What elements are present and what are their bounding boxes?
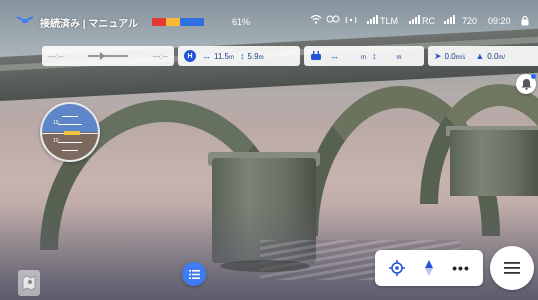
telemetry-bar: ---:-- ---:-- H ↔ 11.5m ↕ 5.9m ↔ m ↕ m ➤… [42, 46, 538, 66]
home-horizontal-value: 11.5 [214, 51, 229, 61]
telemetry-signal-bars [367, 15, 378, 24]
flight-progress-track [88, 52, 128, 60]
attitude-sky [42, 104, 98, 132]
status-bar: 接続済み | マニュアル 61% TLM RC 720 09:20 [0, 0, 538, 38]
mission-list-button[interactable] [182, 262, 206, 286]
attitude-tick-label: 10 [53, 120, 59, 126]
signal-icon [345, 16, 357, 24]
tool-panel: ••• [375, 250, 483, 286]
remote-controller-icon [311, 51, 321, 60]
home-point-icon: H [184, 50, 196, 62]
aircraft-symbol-icon [64, 131, 80, 135]
main-menu-button[interactable] [490, 246, 534, 290]
vertical-speed-unit: m/ [498, 54, 506, 61]
remote-controller-icon [326, 15, 340, 23]
bell-icon [521, 79, 531, 90]
flight-time-end: ---:-- [152, 51, 168, 61]
vertical-distance-icon: ↕ [239, 51, 245, 61]
home-vertical-distance: 5.9m [247, 52, 263, 61]
compass-icon [425, 260, 433, 276]
battery-bar [152, 18, 204, 26]
home-horizontal-distance: 11.5m [214, 52, 234, 61]
bridge-pier [450, 130, 538, 196]
horizontal-speed-unit: m/s [455, 54, 466, 61]
attitude-pitch-line [58, 124, 82, 125]
attitude-ground [42, 132, 98, 160]
vertical-speed: 0.0m/ [487, 52, 505, 61]
home-vertical-unit: m [258, 54, 264, 61]
rc-vertical-distance: m [397, 52, 402, 61]
drone-icon [16, 16, 34, 23]
more-button[interactable]: ••• [448, 255, 474, 281]
rc-signal-bars [409, 15, 420, 24]
attitude-indicator[interactable]: 10 10 [40, 102, 100, 162]
vertical-speed-value: 0.0 [487, 51, 499, 61]
attitude-pitch-line [62, 116, 78, 117]
rc-vertical-unit: m [396, 54, 402, 61]
rc-distance-block: ↔ m ↕ m [304, 46, 424, 66]
battery-segment [152, 18, 166, 26]
clock: 09:20 [488, 16, 511, 26]
home-vertical-value: 5.9 [247, 51, 259, 61]
more-icon: ••• [452, 260, 470, 276]
video-signal-bars [444, 15, 455, 24]
speed-block: ➤ 0.0m/s ▲ 0.0m/ [428, 46, 538, 66]
telemetry-label: TLM [380, 16, 398, 26]
horizontal-distance-icon: ↔ [202, 51, 211, 61]
locate-button[interactable] [384, 255, 410, 281]
battery-segment [180, 18, 204, 26]
horizontal-distance-icon: ↔ [330, 51, 339, 61]
rc-label: RC [422, 16, 435, 26]
attitude-pitch-line [58, 142, 82, 143]
horizontal-speed: 0.0m/s [445, 52, 466, 61]
list-icon [188, 269, 200, 279]
notification-dot [531, 74, 536, 79]
connection-status[interactable]: 接続済み | マニュアル [40, 15, 138, 30]
wifi-icon [310, 14, 322, 24]
attitude-tick-label: 10 [53, 138, 59, 144]
home-horizontal-unit: m [228, 54, 234, 61]
map-toggle-button[interactable] [18, 270, 40, 296]
rc-horizontal-distance: m [361, 52, 366, 61]
compass-button[interactable] [416, 255, 442, 281]
lock-icon[interactable] [520, 15, 530, 26]
home-distance-block: H ↔ 11.5m ↕ 5.9m [178, 46, 300, 66]
target-icon [389, 260, 405, 276]
hamburger-icon [504, 262, 520, 274]
flight-time-start: ---:-- [48, 51, 64, 61]
notification-button[interactable] [516, 74, 536, 94]
horizontal-speed-icon: ➤ [434, 50, 442, 61]
video-resolution: 720 [462, 16, 478, 26]
vertical-speed-icon: ▲ [475, 51, 485, 61]
rc-horizontal-unit: m [361, 54, 366, 61]
flight-progress-marker [100, 52, 105, 60]
horizontal-speed-value: 0.0 [444, 51, 456, 61]
attitude-pitch-line [62, 150, 78, 151]
flight-time-block: ---:-- ---:-- [42, 46, 174, 66]
battery-segment [166, 18, 180, 26]
map-icon [22, 275, 36, 291]
vertical-distance-icon: ↕ [372, 51, 377, 61]
battery-percent: 61% [232, 17, 251, 27]
pier-reflection [220, 260, 310, 272]
